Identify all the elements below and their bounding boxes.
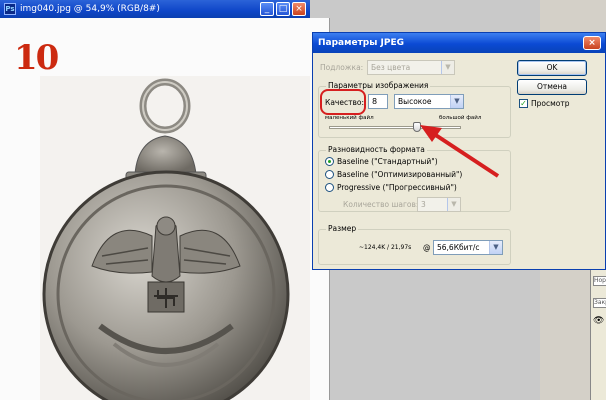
document-canvas[interactable]: 10 — [0, 18, 330, 400]
quality-highlight-annotation — [320, 89, 366, 115]
chevron-down-icon: ▼ — [489, 241, 502, 254]
small-file-label: маленький файл — [325, 115, 374, 121]
quality-slider-track[interactable] — [329, 126, 461, 129]
document-title: img040.jpg @ 54,9% (RGB/8#) — [20, 4, 160, 14]
matte-label: Подложка: — [320, 63, 364, 72]
close-icon[interactable]: × — [292, 2, 306, 16]
document-titlebar[interactable]: Ps img040.jpg @ 54,9% (RGB/8#) _ □ × — [0, 0, 310, 18]
preview-checkbox[interactable]: ✓ — [519, 99, 528, 108]
chevron-down-icon: ▼ — [447, 198, 460, 211]
format-option-label: Progressive ("Прогрессивный") — [337, 183, 457, 192]
dialog-title: Параметры JPEG — [318, 38, 404, 48]
radio-button[interactable] — [325, 170, 334, 179]
preview-label: Просмотр — [531, 99, 570, 108]
matte-value: Без цвета — [371, 63, 411, 72]
layers-panel: Норм Закр 👁 — [590, 270, 606, 400]
eye-icon[interactable]: 👁 — [593, 316, 604, 326]
medal-photo — [40, 76, 310, 400]
radio-button[interactable] — [325, 157, 334, 166]
blend-mode-field[interactable]: Норм — [593, 276, 606, 286]
chevron-down-icon: ▼ — [450, 95, 463, 108]
size-legend: Размер — [326, 224, 359, 233]
quality-input[interactable]: 8 — [368, 94, 388, 109]
jpeg-options-dialog: Параметры JPEG × Подложка: Без цвета ▼ П… — [312, 32, 606, 270]
radio-button[interactable] — [325, 183, 334, 192]
format-options-legend: Разновидность формата — [326, 145, 427, 154]
dialog-titlebar[interactable]: Параметры JPEG — [313, 33, 605, 53]
scans-value: 3 — [421, 200, 426, 209]
maximize-icon[interactable]: □ — [276, 2, 290, 16]
download-speed-select[interactable]: 56,6Кбит/с ▼ — [433, 240, 503, 255]
quality-preset-select[interactable]: Высокое ▼ — [394, 94, 464, 109]
scans-label: Количество шагов: — [343, 200, 419, 209]
format-option-label: Baseline ("Стандартный") — [337, 157, 438, 166]
step-number: 10 — [14, 38, 59, 78]
minimize-icon[interactable]: _ — [260, 2, 274, 16]
medal-image — [42, 78, 290, 400]
large-file-label: большой файл — [439, 115, 482, 121]
at-symbol: @ — [423, 243, 431, 252]
photoshop-icon: Ps — [4, 3, 16, 15]
cancel-button[interactable]: Отмена — [517, 79, 587, 95]
download-speed-value: 56,6Кбит/с — [437, 243, 480, 252]
chevron-down-icon: ▼ — [441, 61, 454, 74]
quality-preset-value: Высокое — [398, 97, 432, 106]
scans-select[interactable]: 3 ▼ — [417, 197, 461, 212]
lock-field[interactable]: Закр — [593, 298, 606, 308]
matte-select[interactable]: Без цвета ▼ — [367, 60, 455, 75]
close-icon[interactable]: × — [583, 36, 601, 50]
size-value: ~124,4K / 21,97s — [359, 244, 412, 251]
format-option-label: Baseline ("Оптимизированный") — [337, 170, 463, 179]
ok-button[interactable]: OK — [517, 60, 587, 76]
